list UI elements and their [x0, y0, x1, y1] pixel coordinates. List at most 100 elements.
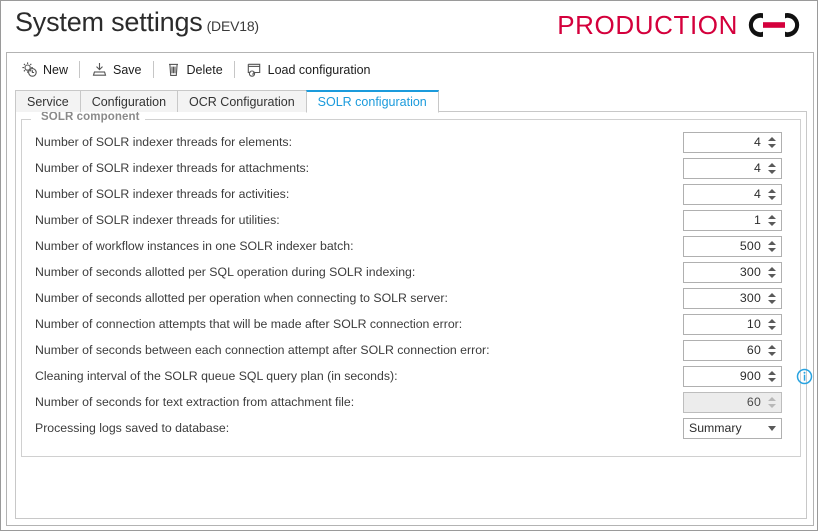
page-title-text: System settings	[15, 7, 203, 37]
settings-rows: Number of SOLR indexer threads for eleme…	[22, 129, 813, 441]
delete-button-label: Delete	[186, 62, 223, 77]
page-title: System settings (DEV18)	[15, 7, 259, 38]
tab-configuration[interactable]: Configuration	[79, 90, 179, 112]
tab-service[interactable]: Service	[15, 90, 81, 112]
spinner-down-icon[interactable]	[768, 351, 776, 356]
delete-button[interactable]: Delete	[159, 57, 229, 82]
setting-label: Number of seconds allotted per operation…	[35, 291, 448, 305]
main-panel: New Save Delete Load configuration Servi…	[6, 52, 814, 526]
setting-label: Number of SOLR indexer threads for activ…	[35, 187, 290, 201]
spinner-down-icon[interactable]	[768, 273, 776, 278]
new-button[interactable]: New	[15, 57, 74, 82]
setting-row: Number of workflow instances in one SOLR…	[22, 233, 800, 259]
spinner-down-icon[interactable]	[768, 325, 776, 330]
spinner-up-icon[interactable]	[768, 214, 776, 219]
spinner-up-icon[interactable]	[768, 370, 776, 375]
brand-wordmark: PRODUCTION	[557, 10, 738, 40]
spinner-value: 60	[746, 395, 761, 409]
setting-row: Number of seconds allotted per operation…	[22, 285, 800, 311]
setting-label: Number of connection attempts that will …	[35, 317, 463, 331]
setting-spinner[interactable]: 4	[683, 131, 782, 153]
tab-ocr-configuration[interactable]: OCR Configuration	[177, 90, 307, 112]
spinner-arrows[interactable]	[766, 133, 781, 152]
spinner-value[interactable]: 300	[684, 263, 766, 282]
spinner-up-icon[interactable]	[768, 240, 776, 245]
spinner-value[interactable]: 10	[684, 315, 766, 334]
setting-spinner[interactable]: 300	[683, 287, 782, 309]
spinner-value[interactable]: 500	[684, 237, 766, 256]
spinner-down-icon[interactable]	[768, 247, 776, 252]
spinner-value[interactable]: 1	[684, 211, 766, 230]
spinner-up-icon	[768, 396, 776, 401]
spinner-arrows[interactable]	[766, 341, 781, 360]
tab-configuration-label: Configuration	[91, 94, 167, 109]
spinner-arrows[interactable]	[766, 315, 781, 334]
groupbox-border-left	[21, 119, 31, 120]
tab-ocr-configuration-label: OCR Configuration	[189, 94, 295, 109]
spinner-down-icon[interactable]	[768, 143, 776, 148]
processing-logs-combobox[interactable]: Summary	[683, 417, 782, 439]
spinner-arrows[interactable]	[766, 263, 781, 282]
setting-spinner[interactable]: 900	[683, 365, 782, 387]
spinner-value[interactable]: 900	[684, 367, 766, 386]
spinner-up-icon[interactable]	[768, 162, 776, 167]
status-bar	[6, 524, 814, 527]
spinner-down-icon[interactable]	[768, 377, 776, 382]
setting-label: Number of SOLR indexer threads for eleme…	[35, 135, 292, 149]
spinner-arrows[interactable]	[766, 185, 781, 204]
spinner-arrows[interactable]	[766, 289, 781, 308]
spinner-value[interactable]: 300	[684, 289, 766, 308]
save-icon	[91, 61, 108, 78]
new-button-label: New	[43, 62, 69, 77]
spinner-down-icon[interactable]	[768, 221, 776, 226]
setting-spinner[interactable]: 500	[683, 235, 782, 257]
setting-label: Number of SOLR indexer threads for attac…	[35, 161, 310, 175]
spinner-up-icon[interactable]	[768, 136, 776, 141]
spinner-value[interactable]: 4	[684, 133, 766, 152]
spinner-up-icon[interactable]	[768, 188, 776, 193]
spinner-down-icon[interactable]	[768, 195, 776, 200]
setting-label: Number of workflow instances in one SOLR…	[35, 239, 354, 253]
spinner-arrows[interactable]	[766, 211, 781, 230]
chevron-down-icon[interactable]	[763, 425, 781, 431]
toolbar-separator	[79, 61, 81, 78]
spinner-up-icon[interactable]	[768, 266, 776, 271]
setting-spinner[interactable]: 4	[683, 183, 782, 205]
tab-solr-configuration[interactable]: SOLR configuration	[305, 90, 439, 113]
spinner-up-icon[interactable]	[768, 292, 776, 297]
setting-row: Number of seconds allotted per SQL opera…	[22, 259, 800, 285]
load-configuration-button-label: Load configuration	[267, 62, 371, 77]
trash-icon	[165, 61, 182, 78]
spinner-arrows[interactable]	[766, 237, 781, 256]
spinner-down-icon[interactable]	[768, 169, 776, 174]
tab-bar: Service Configuration OCR Configuration …	[15, 89, 439, 113]
load-configuration-button[interactable]: Load configuration	[240, 57, 377, 82]
solr-component-groupbox: SOLR component Number of SOLR indexer th…	[21, 111, 813, 457]
setting-spinner[interactable]: 10	[683, 313, 782, 335]
spinner-down-icon	[768, 403, 776, 408]
spinner-value[interactable]: 4	[684, 185, 766, 204]
spinner-up-icon[interactable]	[768, 344, 776, 349]
spinner-value[interactable]: 60	[684, 341, 766, 360]
spinner-down-icon[interactable]	[768, 299, 776, 304]
spinner-arrows	[766, 393, 781, 412]
toolbar-separator	[152, 61, 154, 78]
setting-row: Number of SOLR indexer threads for activ…	[22, 181, 800, 207]
tab-service-label: Service	[27, 94, 69, 109]
spinner-arrows[interactable]	[766, 159, 781, 178]
setting-spinner[interactable]: 300	[683, 261, 782, 283]
info-icon[interactable]	[796, 368, 813, 385]
spinner-up-icon[interactable]	[768, 318, 776, 323]
setting-label: Cleaning interval of the SOLR queue SQL …	[35, 369, 398, 383]
setting-spinner: 60	[683, 391, 782, 413]
setting-spinner[interactable]: 4	[683, 157, 782, 179]
setting-row: Number of SOLR indexer threads for eleme…	[22, 129, 800, 155]
toolbar-separator	[233, 61, 235, 78]
setting-spinner[interactable]: 60	[683, 339, 782, 361]
new-gear-icon	[21, 61, 38, 78]
setting-row: Cleaning interval of the SOLR queue SQL …	[22, 363, 813, 389]
spinner-value[interactable]: 4	[684, 159, 766, 178]
save-button[interactable]: Save	[85, 57, 148, 82]
spinner-arrows[interactable]	[766, 367, 781, 386]
setting-spinner[interactable]: 1	[683, 209, 782, 231]
